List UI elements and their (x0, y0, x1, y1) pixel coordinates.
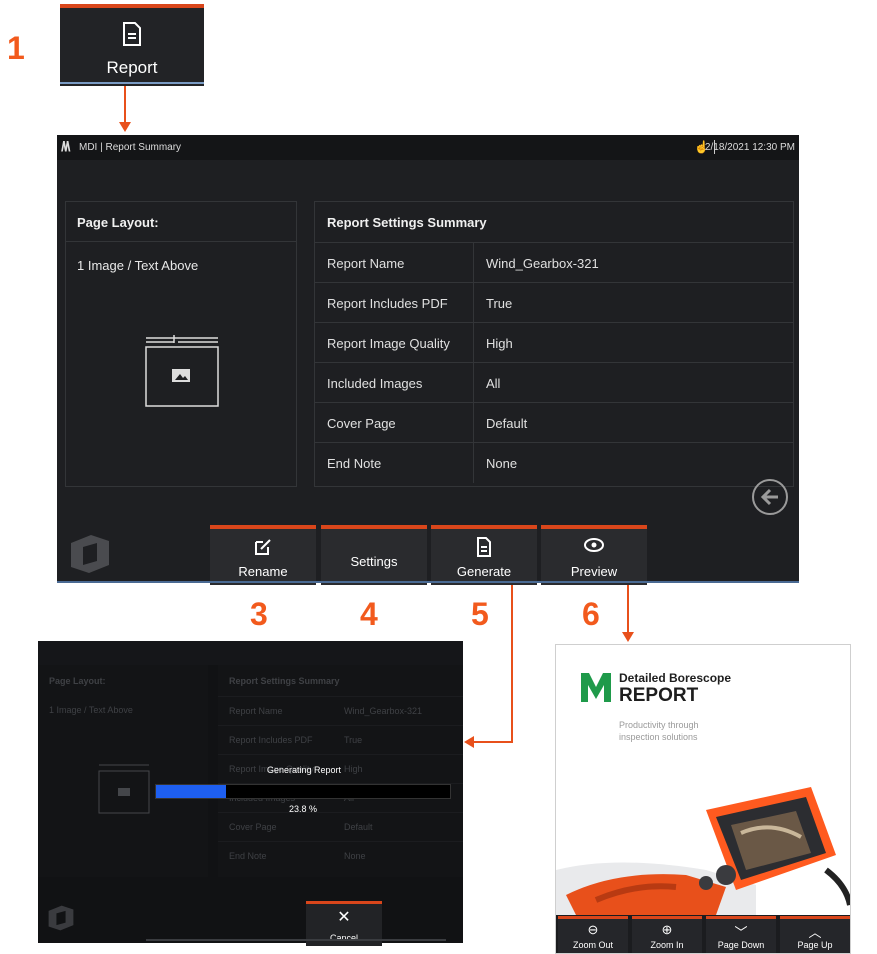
row-key: Report Name (229, 706, 283, 716)
row-value: All (486, 376, 501, 391)
page-layout-value[interactable]: 1 Image / Text Above (77, 258, 198, 273)
zoom-in-button[interactable]: ⊕ Zoom In (632, 916, 702, 953)
row-key: Report Name (327, 256, 405, 271)
callout-5: 5 (471, 596, 489, 632)
page-layout-heading: Page Layout: (49, 676, 106, 686)
row-key: End Note (327, 456, 382, 471)
zoom-in-icon: ⊕ (661, 922, 673, 937)
row-value: High (486, 336, 513, 351)
page-down-button[interactable]: ﹀ Page Down (706, 916, 776, 953)
summary-row[interactable]: Cover Page Default (315, 402, 793, 443)
zoom-out-label: Zoom Out (572, 940, 613, 950)
report-preview-screen: Detailed Borescope REPORT Productivity t… (555, 644, 851, 954)
borescope-device-image (556, 775, 850, 920)
chevron-up-icon: ︿ (808, 925, 822, 940)
window-title: MDI | Report Summary (79, 142, 182, 153)
summary-row[interactable]: Report Image Quality High (315, 322, 793, 363)
row-key: Report Includes PDF (327, 296, 448, 311)
callout-1: 1 (7, 30, 25, 66)
close-icon: ✕ (337, 909, 351, 926)
preview-tagline-1: Productivity through (619, 720, 699, 730)
brand-mark-icon (46, 904, 76, 934)
row-value: Default (344, 822, 373, 832)
row-value: Wind_Gearbox-321 (486, 256, 599, 271)
zoom-out-button[interactable]: ⊖ Zoom Out (558, 916, 628, 953)
generating-report-screen: Page Layout: 1 Image / Text Above Report… (38, 641, 463, 946)
row-value: Default (486, 416, 528, 431)
report-summary-screen: /\/\ MDI | Report Summary ☝ 2/18/2021 12… (57, 135, 799, 585)
preview-button[interactable]: Preview (541, 525, 647, 585)
summary-row: Cover Page Default (218, 812, 463, 842)
eye-icon (541, 537, 647, 558)
document-icon (431, 537, 537, 562)
callout-4: 4 (360, 596, 378, 632)
row-value: None (344, 851, 366, 861)
progress-label: Generating Report (267, 765, 342, 775)
summary-row: Report Includes PDF True (218, 725, 463, 755)
datetime: 2/18/2021 12:30 PM (704, 142, 795, 153)
summary-row: Report Name Wind_Gearbox-321 (218, 696, 463, 726)
report-tile-button[interactable]: Report (60, 4, 204, 86)
cancel-label: Cancel (329, 933, 358, 943)
rename-icon (210, 537, 316, 562)
page-up-button[interactable]: ︿ Page Up (780, 916, 850, 953)
mdi-logo-icon: /\/\ (61, 138, 70, 154)
tile-underline (60, 82, 204, 84)
report-settings-summary-panel: Report Settings Summary Report Name Wind_… (314, 201, 794, 487)
zoom-out-icon: ⊖ (587, 922, 599, 937)
summary-row[interactable]: Report Includes PDF True (315, 282, 793, 323)
row-value: None (486, 456, 518, 471)
bottom-status-line (57, 581, 799, 583)
summary-row[interactable]: Report Name Wind_Gearbox-321 (315, 242, 793, 283)
row-key: End Note (229, 851, 267, 861)
page-layout-panel: Page Layout: 1 Image / Text Above (65, 201, 297, 487)
row-value: True (486, 296, 513, 311)
progress-bar (155, 784, 451, 799)
generate-label: Generate (456, 564, 512, 579)
row-value: High (344, 764, 363, 774)
progress-bar-fill (156, 785, 226, 798)
layout-preview-icon (144, 334, 220, 413)
preview-title-line2: REPORT (619, 685, 699, 706)
brand-mark-icon (67, 533, 113, 580)
summary-heading: Report Settings Summary (327, 215, 487, 230)
progress-percent: 23.8 % (289, 804, 318, 814)
preview-label: Preview (570, 564, 618, 579)
report-tile-label: Report (106, 58, 158, 77)
callout-3: 3 (250, 596, 268, 632)
brand-logo-icon (580, 671, 611, 702)
preview-title-line1: Detailed Borescope (619, 671, 732, 685)
chevron-down-icon: ﹀ (734, 925, 748, 940)
summary-row[interactable]: Included Images All (315, 362, 793, 403)
page-layout-value: 1 Image / Text Above (49, 705, 133, 715)
settings-label: Settings (350, 554, 398, 569)
rename-label: Rename (238, 564, 288, 579)
back-arrow-icon[interactable] (751, 478, 789, 516)
row-key: Included Images (327, 376, 423, 391)
page-down-label: Page Down (717, 940, 765, 950)
zoom-in-label: Zoom In (650, 940, 684, 950)
rename-button[interactable]: Rename (210, 525, 316, 585)
callout-6: 6 (582, 596, 600, 632)
preview-tagline-2: inspection solutions (619, 732, 698, 742)
row-key: Report Image Quality (327, 336, 450, 351)
page-up-label: Page Up (797, 940, 833, 950)
summary-row[interactable]: End Note None (315, 442, 793, 483)
settings-button[interactable]: Settings (321, 525, 427, 585)
row-key: Report Includes PDF (229, 735, 313, 745)
row-value: True (344, 735, 363, 745)
document-icon (122, 22, 142, 50)
generate-button[interactable]: Generate (431, 525, 537, 585)
summary-heading: Report Settings Summary (229, 676, 340, 686)
row-key: Cover Page (327, 416, 396, 431)
row-key: Cover Page (229, 822, 277, 832)
preview-toolbar: ⊖ Zoom Out ⊕ Zoom In ﹀ Page Down ︿ Page … (556, 915, 850, 953)
page-layout-heading: Page Layout: (77, 215, 159, 230)
summary-row: End Note None (218, 841, 463, 871)
row-value: Wind_Gearbox-321 (344, 706, 423, 716)
top-bar: /\/\ MDI | Report Summary ☝ 2/18/2021 12… (57, 135, 799, 160)
layout-preview-icon (98, 762, 150, 816)
